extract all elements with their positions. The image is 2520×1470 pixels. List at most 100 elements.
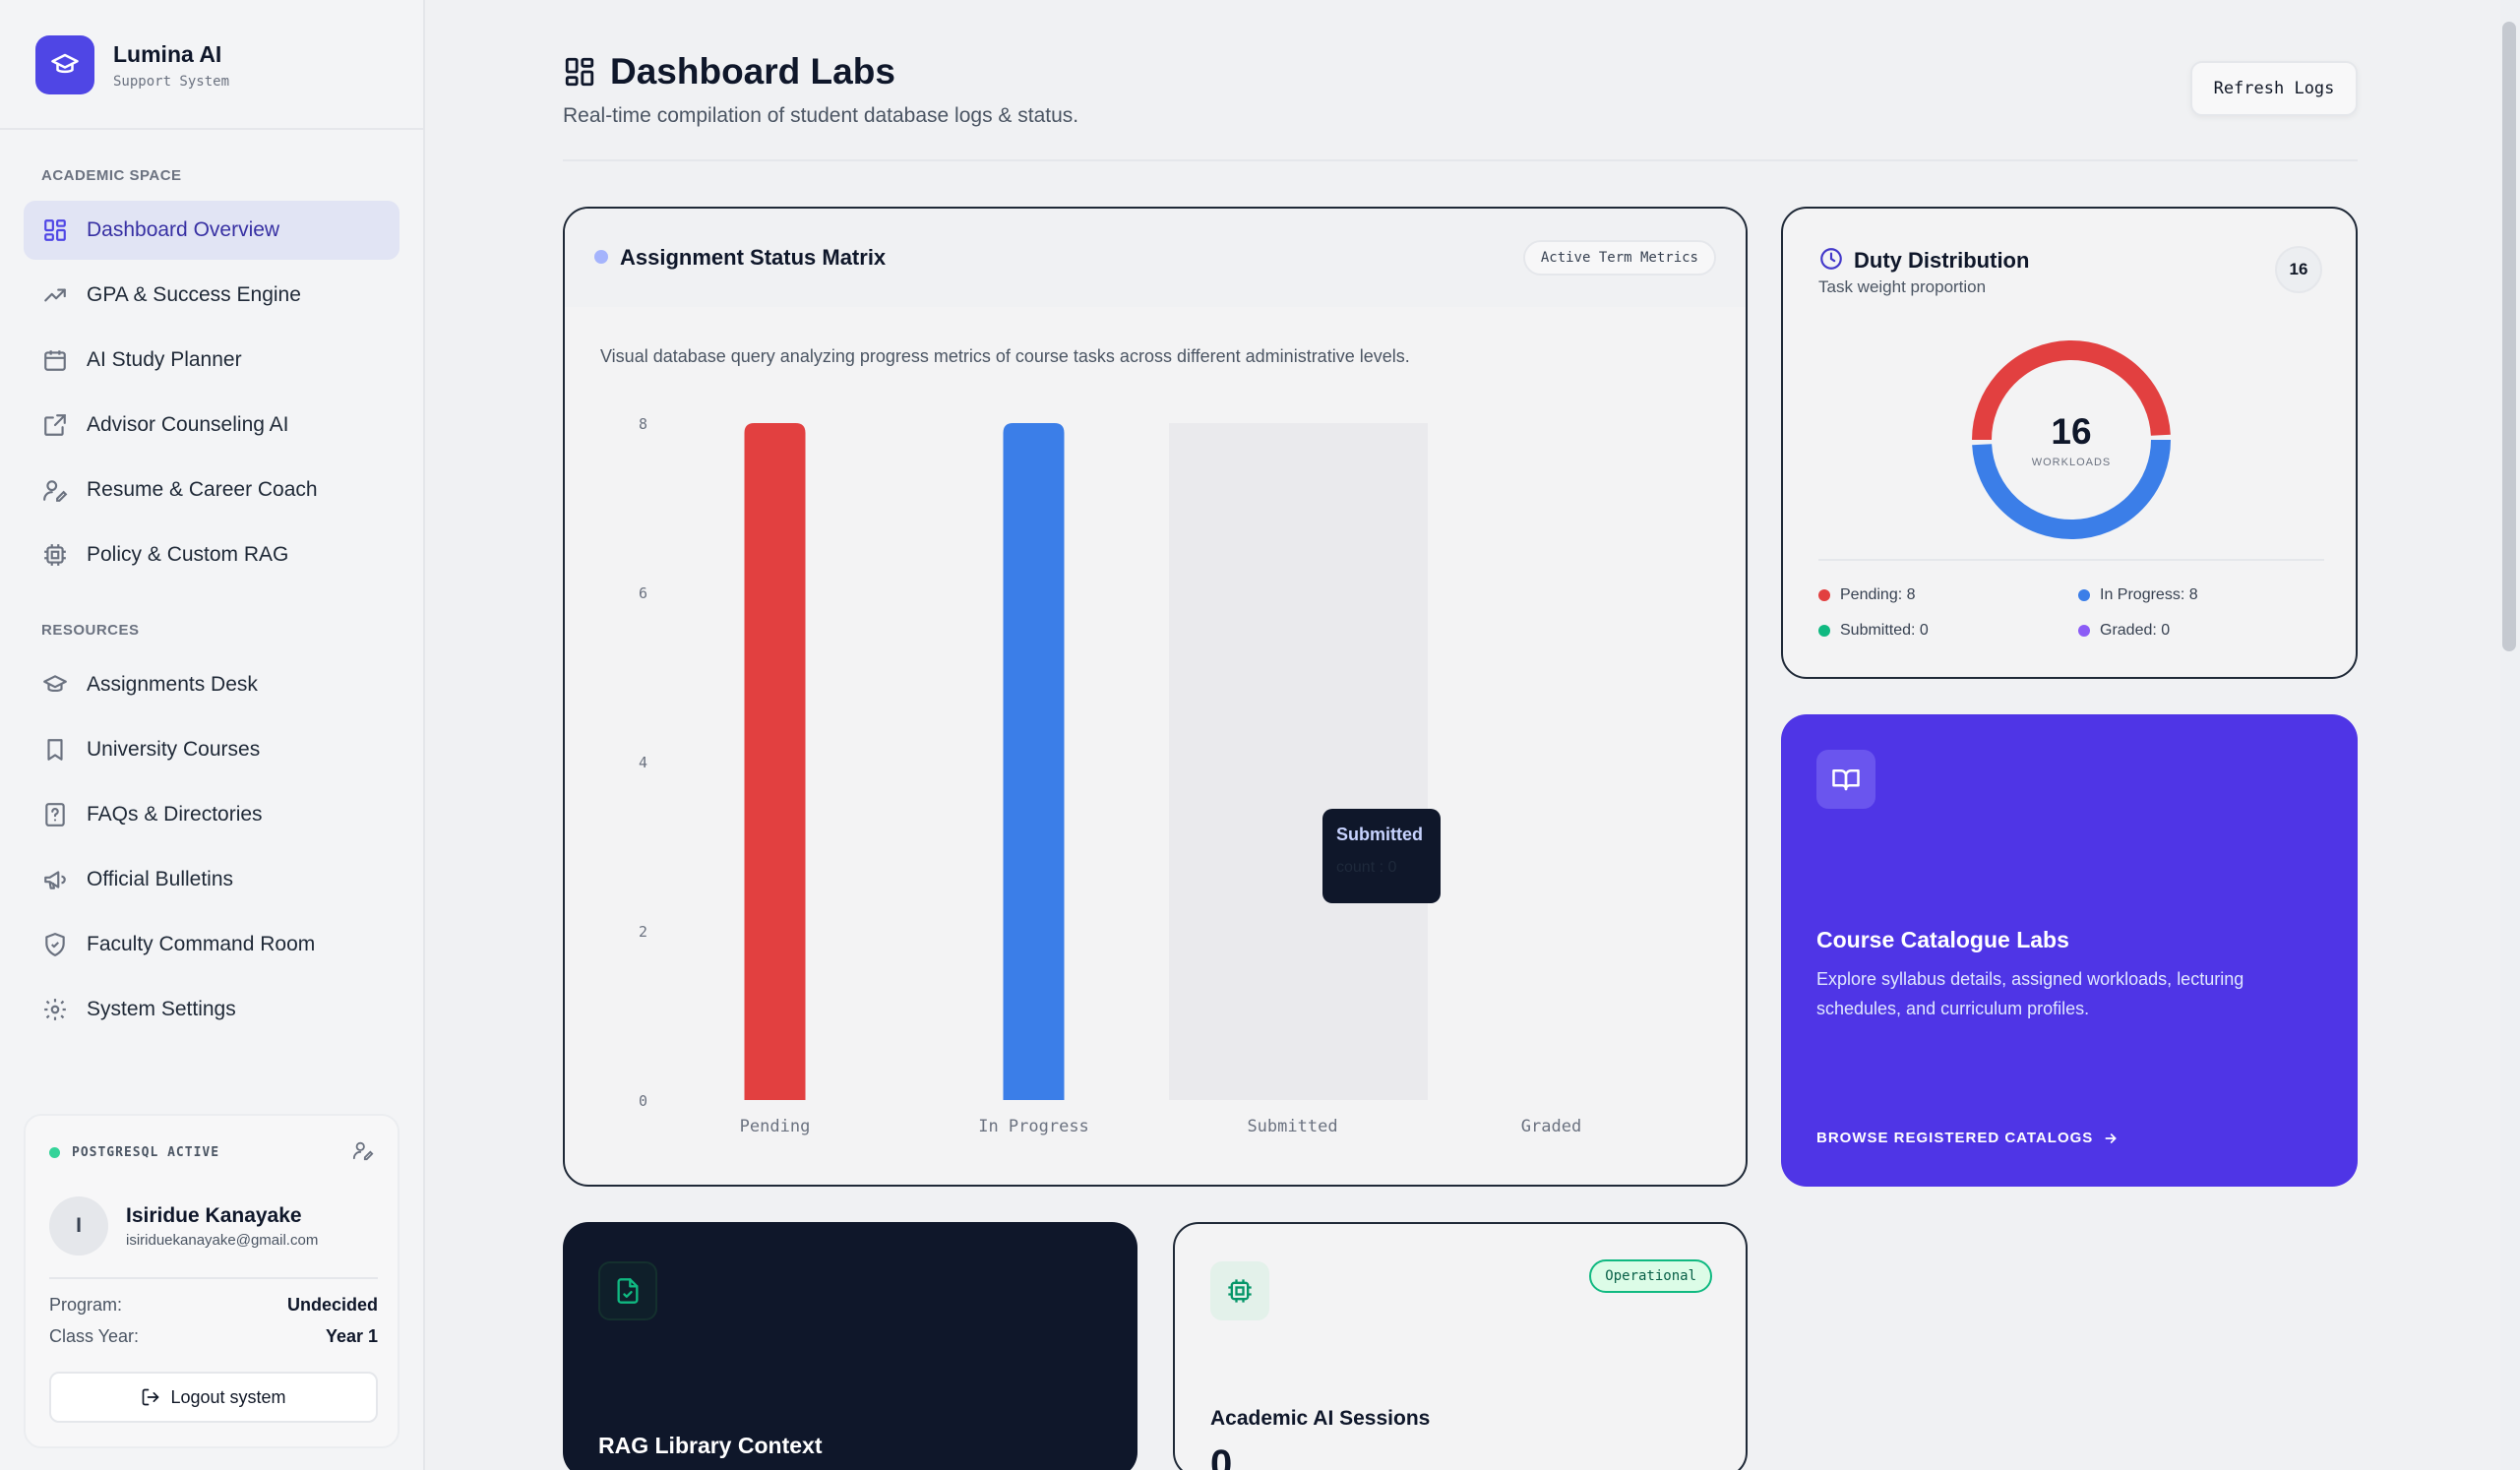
cpu-icon [1210,1261,1269,1320]
bar-in-progress[interactable] [1003,423,1065,1100]
legend-dot [2078,625,2090,637]
x-tick-label: Submitted [1247,1117,1337,1136]
sidebar-item-university-courses[interactable]: University Courses [24,720,400,779]
logout-label: Logout system [170,1386,286,1407]
legend-label: In Progress: 8 [2100,586,2198,603]
db-status-label: POSTGRESQL ACTIVE [72,1145,220,1160]
logout-icon [141,1387,160,1407]
user-card: POSTGRESQL ACTIVE I Isiridue Kanayake is… [24,1114,400,1448]
sidebar-item-gpa-success-engine[interactable]: GPA & Success Engine [24,266,400,325]
y-tick-label: 8 [639,415,647,433]
sidebar-item-label: AI Study Planner [87,348,242,371]
divider [563,159,2358,161]
sidebar-item-label: FAQs & Directories [87,803,263,826]
ai-sessions-card: Operational Academic AI Sessions 0 [1173,1222,1748,1470]
card-title: Duty Distribution [1854,248,2030,273]
graduation-cap-icon [35,35,94,94]
course-catalogue-card[interactable]: Course Catalogue Labs Explore syllabus d… [1781,714,2358,1187]
duty-distribution-card: Duty Distribution Task weight proportion… [1781,207,2358,679]
y-tick-label: 4 [639,754,647,771]
external-link-icon [41,411,69,439]
sidebar-item-resume-career-coach[interactable]: Resume & Career Coach [24,460,400,520]
sidebar-item-assignments-desk[interactable]: Assignments Desk [24,655,400,714]
card-description: Explore syllabus details, assigned workl… [1816,969,2244,1018]
tooltip-value: count : 0 [1336,859,1397,876]
sidebar-item-faqs-directories[interactable]: FAQs & Directories [24,785,400,844]
program-value: Undecided [286,1295,378,1315]
sidebar-item-label: Official Bulletins [87,868,234,890]
bar-chart[interactable]: 0 2 4 6 8 Pending In Progress Submitted Graded [565,209,1746,1185]
sidebar-item-label: System Settings [87,998,236,1020]
sidebar-item-ai-study-planner[interactable]: AI Study Planner [24,331,400,390]
book-open-icon [1816,750,1875,809]
x-tick-label: Pending [740,1117,811,1136]
sidebar-item-faculty-command-room[interactable]: Faculty Command Room [24,915,400,974]
count-badge: 16 [2275,246,2322,293]
user-name: Isiridue Kanayake [126,1204,302,1227]
help-file-icon [41,801,69,828]
link-label: BROWSE REGISTERED CATALOGS [1816,1130,2094,1146]
sidebar-item-label: GPA & Success Engine [87,283,301,306]
class-year-value: Year 1 [325,1326,378,1346]
divider [49,1277,378,1279]
user-email: isiriduekanayake@gmail.com [126,1232,319,1249]
calendar-icon [41,346,69,374]
sidebar-item-official-bulletins[interactable]: Official Bulletins [24,850,400,909]
donut-center-label: WORKLOADS [2031,457,2112,468]
y-tick-label: 6 [639,584,647,602]
status-badge: Operational [1589,1259,1712,1293]
legend-dot [1818,589,1830,601]
bar-pending[interactable] [744,423,806,1100]
legend-item-in-progress: In Progress: 8 [2078,586,2198,604]
sidebar-item-label: Assignments Desk [87,673,258,696]
legend-label: Submitted: 0 [1840,622,1929,639]
db-status: POSTGRESQL ACTIVE [49,1145,219,1160]
scrollbar-thumb[interactable] [2502,22,2516,651]
sidebar-item-label: University Courses [87,738,261,761]
sidebar-item-label: Advisor Counseling AI [87,413,289,436]
divider [1818,559,2324,561]
program-label: Program: [49,1295,123,1315]
rag-library-card[interactable]: RAG Library Context [563,1222,1137,1470]
card-title: RAG Library Context [598,1433,823,1458]
legend-dot [1818,625,1830,637]
donut-center-value: 16 [2051,411,2092,452]
grid-icon [41,216,69,244]
sidebar-item-label: Dashboard Overview [87,218,280,241]
section-label-resources: RESOURCES [41,622,140,639]
brand-name: Lumina AI [113,40,222,67]
tooltip-title: Submitted [1336,825,1423,844]
page-header: Dashboard Labs [563,51,895,92]
sidebar-item-policy-custom-rag[interactable]: Policy & Custom RAG [24,525,400,584]
sidebar-item-advisor-counseling-ai[interactable]: Advisor Counseling AI [24,396,400,455]
refresh-logs-button[interactable]: Refresh Logs [2190,61,2358,116]
donut-slice[interactable] [1972,439,2171,539]
sidebar: Lumina AI Support System ACADEMIC SPACE … [0,0,425,1470]
clock-icon [1818,246,1844,276]
scrollbar[interactable] [2500,0,2520,1470]
shield-icon [41,931,69,958]
sidebar-item-dashboard-overview[interactable]: Dashboard Overview [24,201,400,260]
x-tick-label: Graded [1521,1117,1581,1136]
browse-catalogs-link[interactable]: BROWSE REGISTERED CATALOGS [1816,1130,2119,1146]
cpu-icon [41,541,69,569]
legend-item-graded: Graded: 0 [2078,622,2170,640]
file-check-icon [598,1261,657,1320]
user-edit-icon[interactable] [352,1139,374,1166]
program-row: Program: Undecided [49,1295,378,1316]
chart-tooltip: Submitted count : 0 [1322,809,1441,903]
class-year-label: Class Year: [49,1326,140,1346]
status-dot [49,1147,60,1158]
legend-item-pending: Pending: 8 [1818,586,1916,604]
page-title: Dashboard Labs [610,51,895,92]
grid-icon [563,55,596,89]
user-edit-icon [41,476,69,504]
brand[interactable]: Lumina AI Support System [35,35,229,94]
divider [0,128,423,130]
sidebar-item-system-settings[interactable]: System Settings [24,980,400,1039]
sidebar-item-label: Policy & Custom RAG [87,543,289,566]
assignment-status-card: Assignment Status Matrix Active Term Met… [563,207,1748,1187]
legend-item-submitted: Submitted: 0 [1818,622,1929,640]
arrow-right-icon [2103,1131,2119,1146]
logout-button[interactable]: Logout system [49,1372,378,1423]
